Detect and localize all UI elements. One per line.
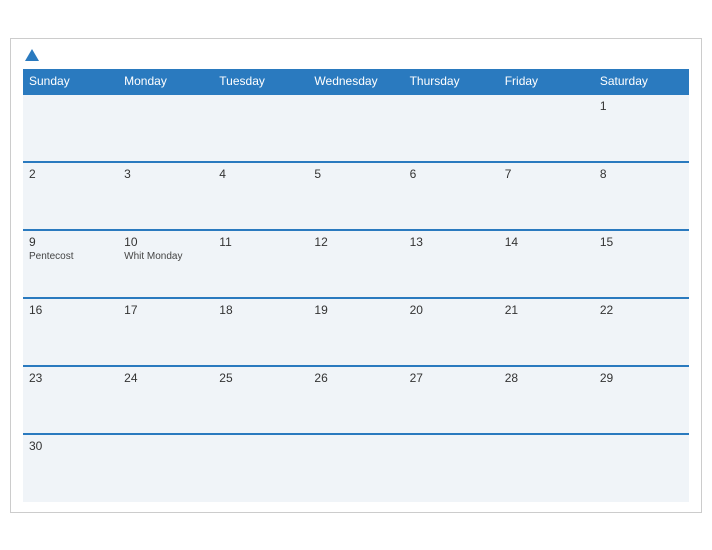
calendar-day-cell: 11 (213, 230, 308, 298)
header-tuesday: Tuesday (213, 69, 308, 94)
day-number: 26 (314, 371, 397, 385)
calendar-day-cell: 23 (23, 366, 118, 434)
logo-triangle-icon (25, 49, 39, 61)
day-number: 14 (505, 235, 588, 249)
calendar-day-cell: 18 (213, 298, 308, 366)
calendar-day-cell: 22 (594, 298, 689, 366)
day-number: 20 (410, 303, 493, 317)
day-number: 9 (29, 235, 112, 249)
calendar-day-cell (308, 434, 403, 502)
day-number: 21 (505, 303, 588, 317)
day-number: 17 (124, 303, 207, 317)
day-number: 19 (314, 303, 397, 317)
calendar-day-cell: 9 Pentecost (23, 230, 118, 298)
day-event: Pentecost (29, 251, 112, 262)
calendar-day-cell: 5 (308, 162, 403, 230)
day-number: 29 (600, 371, 683, 385)
calendar-day-cell: 14 (499, 230, 594, 298)
calendar-week-row: 2345678 (23, 162, 689, 230)
calendar-day-cell (594, 434, 689, 502)
day-number: 13 (410, 235, 493, 249)
calendar-body: 123456789Pentecost10Whit Monday111213141… (23, 94, 689, 502)
day-number: 25 (219, 371, 302, 385)
day-number: 15 (600, 235, 683, 249)
header-thursday: Thursday (404, 69, 499, 94)
calendar-day-cell (308, 94, 403, 162)
calendar-week-row: 1 (23, 94, 689, 162)
day-headers-row: Sunday Monday Tuesday Wednesday Thursday… (23, 69, 689, 94)
calendar-day-cell: 15 (594, 230, 689, 298)
calendar-day-cell: 28 (499, 366, 594, 434)
calendar-day-cell (213, 94, 308, 162)
calendar-day-cell (404, 94, 499, 162)
calendar-week-row: 16 17 18 19 20 21 22 (23, 298, 689, 366)
calendar-day-cell (118, 94, 213, 162)
calendar-day-cell: 10 Whit Monday (118, 230, 213, 298)
calendar-day-cell: 2 (23, 162, 118, 230)
header-sunday: Sunday (23, 69, 118, 94)
day-number: 10 (124, 235, 207, 249)
day-number: 1 (600, 99, 683, 113)
calendar-day-cell: 21 (499, 298, 594, 366)
day-number: 23 (29, 371, 112, 385)
day-number: 16 (29, 303, 112, 317)
header-saturday: Saturday (594, 69, 689, 94)
day-number: 27 (410, 371, 493, 385)
calendar-day-cell: 1 (594, 94, 689, 162)
calendar-day-cell: 13 (404, 230, 499, 298)
calendar-day-cell (23, 94, 118, 162)
calendar-day-cell: 25 (213, 366, 308, 434)
day-event: Whit Monday (124, 251, 207, 262)
day-number: 5 (314, 167, 397, 181)
day-number: 6 (410, 167, 493, 181)
calendar-day-cell: 16 (23, 298, 118, 366)
header-monday: Monday (118, 69, 213, 94)
calendar-day-cell: 7 (499, 162, 594, 230)
header-wednesday: Wednesday (308, 69, 403, 94)
calendar-day-cell: 17 (118, 298, 213, 366)
day-number: 4 (219, 167, 302, 181)
calendar-grid: Sunday Monday Tuesday Wednesday Thursday… (23, 69, 689, 502)
calendar-day-cell (404, 434, 499, 502)
calendar-day-cell: 6 (404, 162, 499, 230)
day-number: 18 (219, 303, 302, 317)
header-friday: Friday (499, 69, 594, 94)
logo (23, 49, 41, 61)
calendar-day-cell: 27 (404, 366, 499, 434)
day-number: 2 (29, 167, 112, 181)
calendar-day-cell: 26 (308, 366, 403, 434)
calendar-day-cell: 3 (118, 162, 213, 230)
calendar-day-cell: 8 (594, 162, 689, 230)
calendar-thead: Sunday Monday Tuesday Wednesday Thursday… (23, 69, 689, 94)
calendar-week-row: 30 (23, 434, 689, 502)
day-number: 3 (124, 167, 207, 181)
day-number: 11 (219, 235, 302, 249)
calendar-day-cell: 29 (594, 366, 689, 434)
calendar-day-cell (213, 434, 308, 502)
calendar-day-cell: 19 (308, 298, 403, 366)
calendar-week-row: 23 24 25 26 27 28 29 (23, 366, 689, 434)
calendar-day-cell (118, 434, 213, 502)
day-number: 28 (505, 371, 588, 385)
day-number: 12 (314, 235, 397, 249)
calendar-day-cell: 30 (23, 434, 118, 502)
day-number: 24 (124, 371, 207, 385)
day-number: 7 (505, 167, 588, 181)
calendar-day-cell: 12 (308, 230, 403, 298)
calendar-header (23, 49, 689, 61)
day-number: 30 (29, 439, 112, 453)
calendar-day-cell: 20 (404, 298, 499, 366)
calendar-container: Sunday Monday Tuesday Wednesday Thursday… (10, 38, 702, 513)
calendar-day-cell (499, 94, 594, 162)
calendar-week-row: 9 Pentecost 10 Whit Monday 11 12 13 14 15 (23, 230, 689, 298)
calendar-day-cell: 24 (118, 366, 213, 434)
day-number: 8 (600, 167, 683, 181)
calendar-day-cell: 4 (213, 162, 308, 230)
day-number: 22 (600, 303, 683, 317)
calendar-day-cell (499, 434, 594, 502)
